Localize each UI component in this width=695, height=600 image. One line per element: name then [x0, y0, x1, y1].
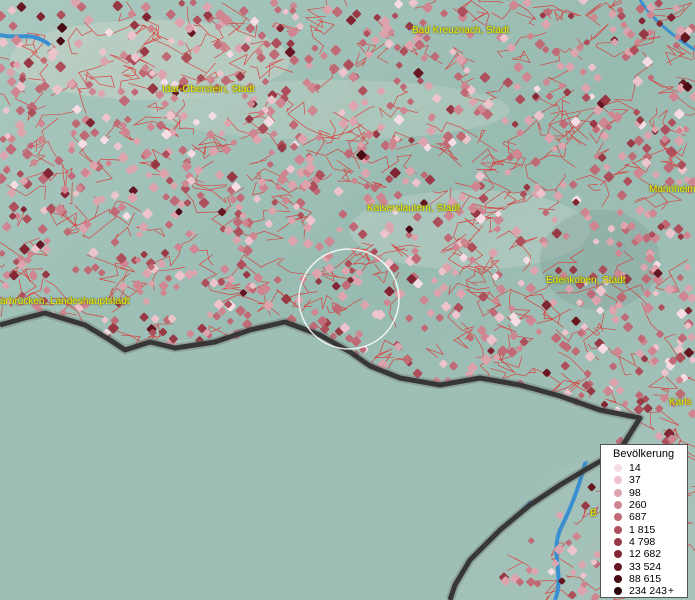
legend-label: 687	[629, 511, 647, 524]
legend-item: 260	[601, 499, 687, 511]
legend-swatch-icon	[614, 488, 622, 497]
legend-label: 98	[629, 486, 641, 499]
legend-swatch-icon	[614, 550, 622, 559]
legend-swatch-icon	[614, 476, 622, 485]
legend-label: 33 524	[629, 560, 662, 573]
legend-label: 234 243	[629, 585, 667, 598]
legend-swatch-icon	[614, 587, 622, 596]
legend-item: 12 682	[601, 548, 687, 560]
legend-swatch-icon	[614, 464, 622, 473]
legend-swatch-icon	[614, 525, 622, 534]
legend-item: 98	[601, 487, 687, 499]
legend-item: 14	[601, 462, 687, 474]
legend-item: 4 798	[601, 536, 687, 548]
legend-item: 88 615	[601, 573, 687, 585]
legend-title: Bevölkerung	[613, 448, 675, 460]
legend-item: 37	[601, 474, 687, 486]
legend-label: 260	[629, 499, 647, 512]
legend-label: 4 798	[629, 535, 656, 548]
legend-swatch-icon	[614, 501, 622, 510]
legend-label: 12 682	[629, 548, 662, 561]
legend-label: 88 615	[629, 572, 662, 585]
legend-label: 14	[629, 462, 641, 475]
legend-label: 37	[629, 474, 641, 487]
legend-item: 33 524	[601, 560, 687, 573]
legend-swatch-icon	[614, 513, 622, 522]
legend-item: 1 815	[601, 523, 687, 536]
legend-swatch-icon	[614, 574, 622, 583]
legend-item: 234 243 +	[601, 585, 687, 597]
legend-swatch-icon	[614, 562, 622, 571]
legend-swatch-icon	[614, 537, 622, 546]
map-legend: Bevölkerung 14 37 98 260 687 1 815 4 798 12 682…	[600, 444, 688, 598]
legend-item: 687	[601, 511, 687, 523]
legend-plus-sign: +	[667, 585, 674, 597]
map-canvas[interactable]	[0, 0, 695, 600]
legend-label: 1 815	[629, 523, 656, 536]
